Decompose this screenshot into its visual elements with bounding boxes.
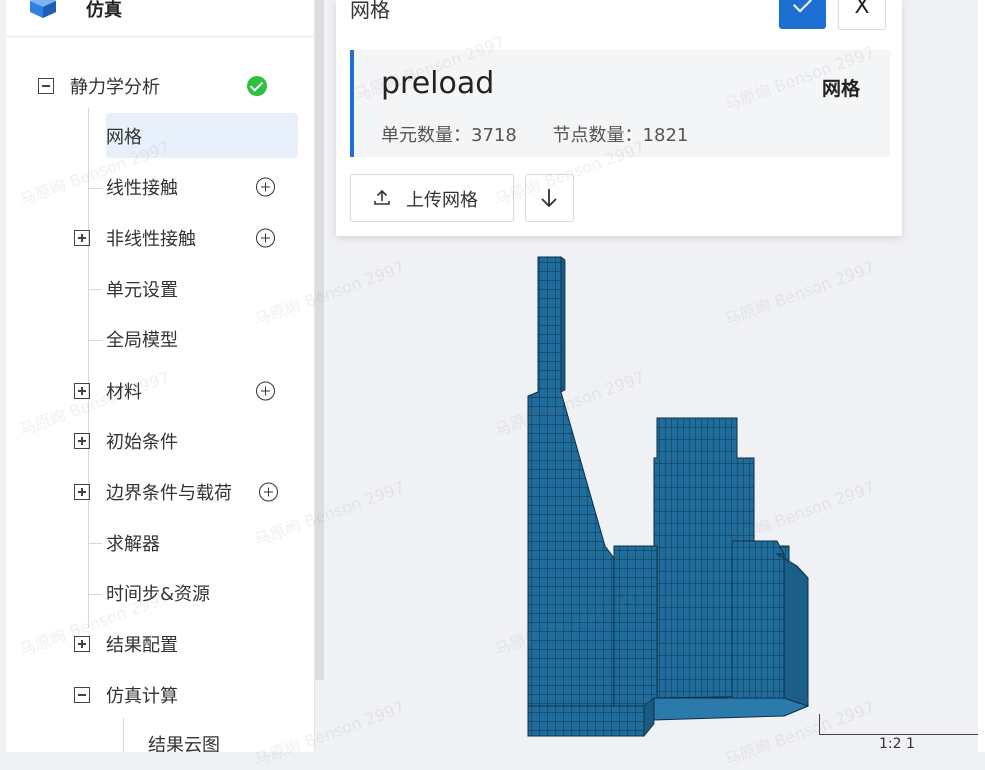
right-edge [978, 0, 985, 752]
tree-item-materials[interactable]: 材料 [6, 369, 306, 413]
sidebar-scrollbar[interactable] [315, 0, 324, 680]
tree-item-label: 求解器 [106, 534, 160, 555]
add-circle-icon[interactable] [256, 381, 275, 401]
axis-indicator [819, 714, 985, 735]
panel-title: 网格 [350, 0, 390, 22]
tree-item-label: 初始条件 [106, 432, 178, 453]
add-circle-icon[interactable] [256, 228, 275, 248]
mesh-viewport[interactable]: 1:2 1 [324, 236, 985, 752]
mesh-name: preload [381, 66, 495, 101]
tree-item-linear-contact[interactable]: 线性接触 [6, 165, 306, 209]
arrow-down-icon [541, 189, 557, 208]
sidebar: 仿真 静力学分析 网格 线性接触 非线性接触 单元设置 全局模型 材料 初始条件 [6, 0, 315, 752]
tree-item-simulation-run[interactable]: 仿真计算 [6, 673, 306, 717]
tree-item-mesh[interactable]: 网格 [6, 114, 306, 158]
collapse-icon[interactable] [38, 78, 54, 94]
tree-item-label: 仿真计算 [106, 686, 178, 707]
tree-item-timestep-resources[interactable]: 时间步&资源 [6, 571, 306, 615]
sidebar-title: 仿真 [86, 0, 122, 21]
tree-item-label: 线性接触 [106, 178, 178, 199]
tree-item-label: 边界条件与载荷 [106, 483, 232, 504]
mesh-card[interactable]: preload 网格 单元数量：3718 节点数量：1821 [350, 50, 890, 157]
mesh-tag: 网格 [821, 78, 860, 100]
expand-icon[interactable] [74, 636, 90, 652]
axis-label: 1:2 1 [879, 736, 915, 752]
tree-item-label: 结果云图 [148, 735, 220, 752]
tree-item-label: 材料 [106, 382, 142, 403]
mesh-stats: 单元数量：3718 节点数量：1821 [381, 121, 718, 147]
expand-icon[interactable] [74, 484, 90, 500]
tree-item-result-config[interactable]: 结果配置 [6, 622, 306, 666]
upload-mesh-label: 上传网格 [406, 190, 478, 211]
tree-item-element-settings[interactable]: 单元设置 [6, 267, 306, 311]
tree-item-label: 非线性接触 [106, 229, 196, 250]
tree-item-initial-conditions[interactable]: 初始条件 [6, 419, 306, 463]
expand-icon[interactable] [74, 383, 90, 399]
tree-item-solver[interactable]: 求解器 [6, 521, 306, 565]
tree-item-global-model[interactable]: 全局模型 [6, 317, 306, 361]
mesh-panel: 网格 X preload 网格 单元数量：3718 节点数量：1821 上传网格 [336, 0, 902, 236]
tree-item-label: 网格 [106, 127, 142, 148]
collapse-icon[interactable] [74, 687, 90, 703]
close-button[interactable]: X [838, 0, 886, 30]
upload-icon [374, 189, 390, 205]
upload-mesh-button[interactable]: 上传网格 [350, 174, 514, 222]
tree-item-result-contour[interactable]: 结果云图 [6, 722, 306, 752]
node-count: 节点数量：1821 [552, 125, 689, 146]
expand-icon[interactable] [74, 433, 90, 449]
confirm-button[interactable] [779, 0, 826, 29]
check-circle-icon [247, 76, 267, 96]
sidebar-header: 仿真 [6, 0, 314, 37]
tree-item-label: 静力学分析 [70, 77, 160, 98]
expand-icon[interactable] [74, 230, 90, 246]
tree-item-nonlinear-contact[interactable]: 非线性接触 [6, 216, 306, 260]
tree-item-boundary-conditions[interactable]: 边界条件与载荷 [6, 470, 306, 514]
tree-item-label: 时间步&资源 [106, 584, 211, 605]
tree-item-label: 结果配置 [106, 635, 178, 656]
add-circle-icon[interactable] [259, 482, 278, 502]
add-circle-icon[interactable] [256, 177, 275, 197]
tree-item-label: 单元设置 [106, 280, 178, 301]
mesh-model[interactable] [324, 236, 985, 752]
tree-item-label: 全局模型 [106, 330, 178, 351]
element-count: 单元数量：3718 [381, 125, 517, 146]
download-button[interactable] [525, 174, 574, 222]
cube-logo-icon [30, 0, 56, 18]
